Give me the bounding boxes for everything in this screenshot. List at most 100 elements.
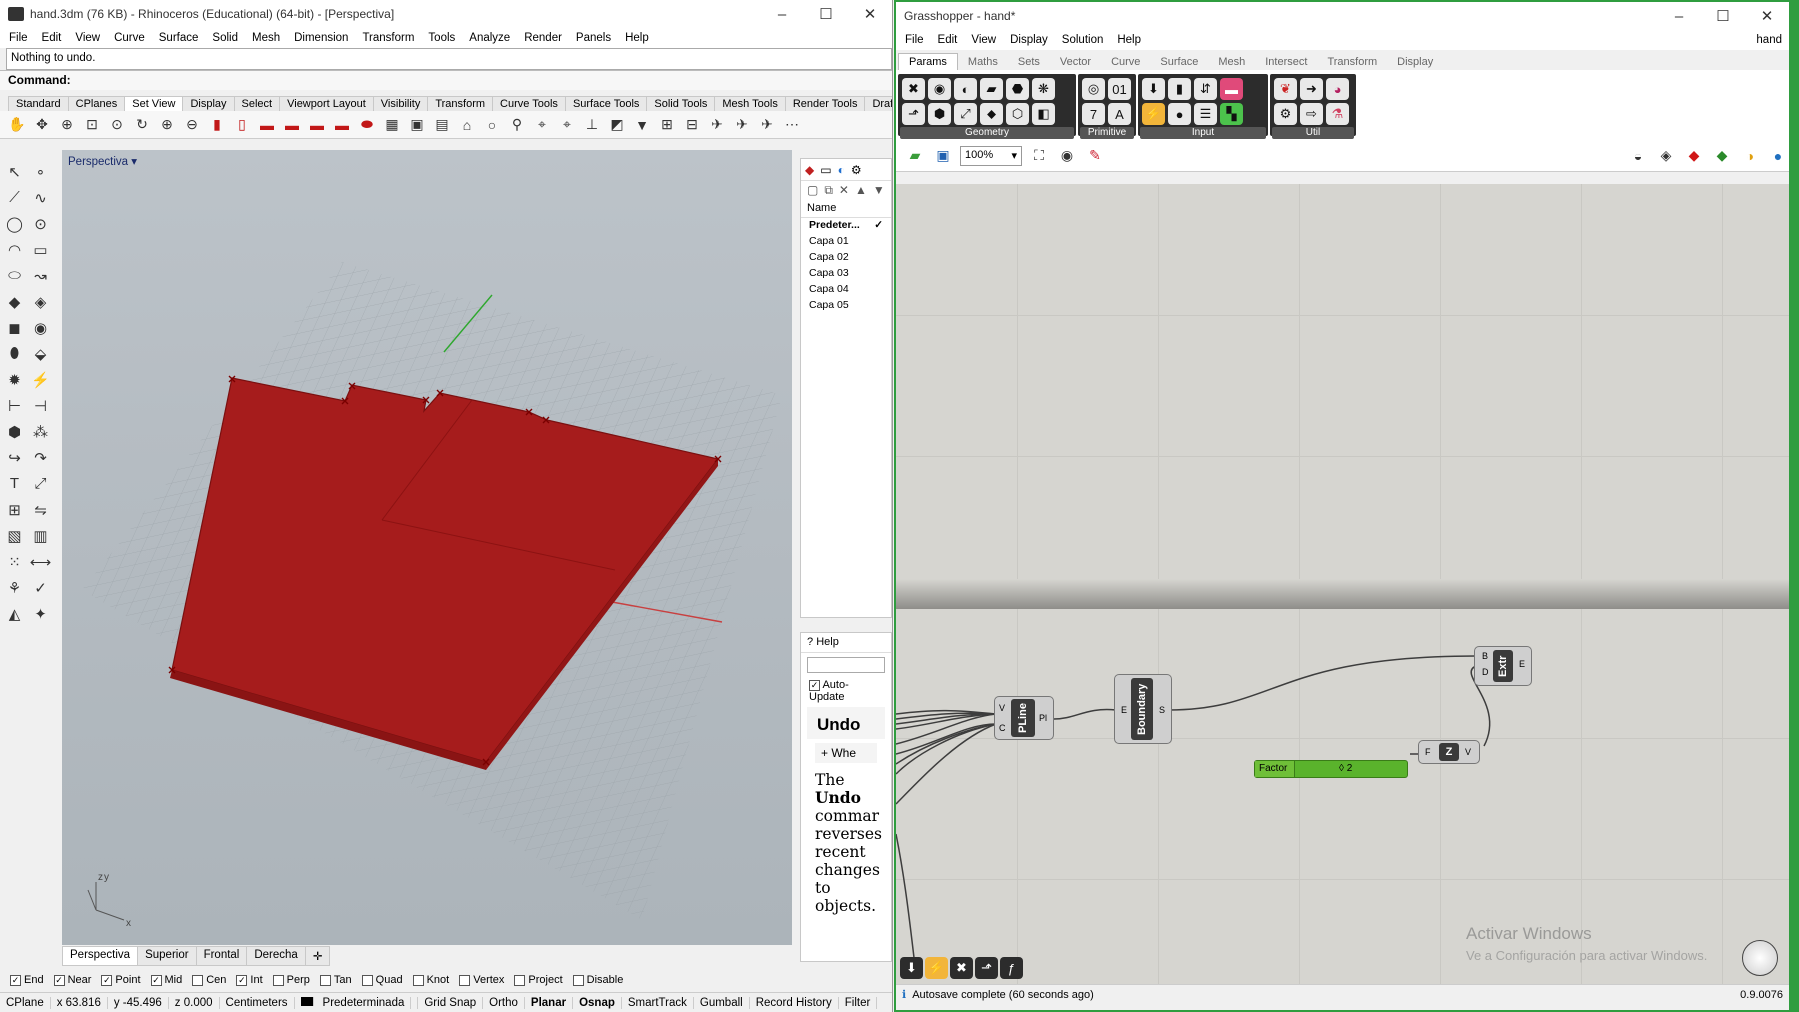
toolbar-tab-visibility[interactable]: Visibility [372,96,429,111]
flask-icon[interactable]: ⚗ [1326,103,1349,125]
move-icon[interactable]: ✥ [31,114,53,136]
unit-z-input-f[interactable]: F [1425,747,1431,757]
group-param-icon[interactable]: ⬢ [928,103,951,125]
mesh-alt-icon[interactable]: ⚡ [29,368,52,391]
widget-download-icon[interactable]: ⬇ [900,957,923,979]
layers-icon[interactable]: ◆ [805,163,814,177]
factor-slider[interactable]: Factor ◊ 2 [1254,760,1408,778]
layer-row[interactable]: Capa 03 [801,266,891,282]
loft-icon[interactable]: ◈ [29,290,52,313]
copy-layer-icon[interactable]: ⧉ [824,183,833,198]
materials-icon[interactable]: ◐ [838,163,845,177]
ortho-toggle[interactable]: Ortho [483,996,525,1009]
osnap-mid-checkbox[interactable]: ✓ [150,974,162,986]
osnap-int-checkbox[interactable]: ✓ [236,974,248,986]
plane-param-icon[interactable]: ⬡ [1006,103,1029,125]
more-icon[interactable]: ⋯ [781,114,803,136]
integer-param-icon[interactable]: 01 [1108,78,1131,100]
slider-input-icon[interactable]: ⇵ [1194,78,1217,100]
block-icon[interactable]: ▧ [3,524,26,547]
line-param-icon[interactable]: ⤢ [954,103,977,125]
new-layer-icon[interactable]: ▢ [807,183,818,197]
layer-row[interactable]: Capa 02 [801,250,891,266]
menu-panels[interactable]: Panels [569,32,618,44]
zoom-selected-icon[interactable]: ⊙ [106,114,128,136]
chevron-down-icon[interactable]: ▾ [131,156,137,168]
circle-icon[interactable]: ◯ [3,212,26,235]
layer-row[interactable]: Capa 05 [801,298,891,314]
primitive-group-label[interactable]: Primitive [1080,127,1134,139]
render-icon[interactable]: ◭ [3,602,26,625]
toggle-input-icon[interactable]: ⬇ [1142,78,1165,100]
units-status[interactable]: Centimeters [220,996,295,1009]
cplane-status[interactable]: CPlane [0,996,51,1009]
menu-surface[interactable]: Surface [152,32,206,44]
car-back-icon[interactable]: ▬ [331,114,353,136]
osnap-quad[interactable]: Quad [361,974,403,986]
transform-icon[interactable]: ⊢ [3,394,26,417]
gh-canvas[interactable]: V C PLine Pl E Boundary S B D Extr E F Z… [896,184,1789,984]
sketch-pen-icon[interactable]: ✎ [1084,145,1106,167]
boolean-icon[interactable]: ◉ [29,316,52,339]
extrude-icon[interactable]: ⬙ [29,342,52,365]
arc-param-icon[interactable]: ◐ [954,78,977,100]
menu-transform[interactable]: Transform [355,32,421,44]
current-layer-status[interactable]: Predeterminada [295,996,419,1009]
move-down-icon[interactable]: ▼ [873,183,885,197]
car-persp-icon[interactable]: ⬬ [356,114,378,136]
hatch-icon[interactable]: ▥ [29,524,52,547]
osnap-quad-checkbox[interactable] [361,974,373,986]
menu-mesh[interactable]: Mesh [245,32,287,44]
delete-layer-icon[interactable]: ✕ [839,183,849,197]
help-search-input[interactable] [807,657,885,673]
point-param-icon[interactable]: ◧ [1032,103,1055,125]
box-param-icon[interactable]: ✖ [902,78,925,100]
field-param-icon[interactable]: ⬣ [1006,78,1029,100]
preview-eye-icon[interactable]: ◉ [1056,145,1078,167]
gh-menu-help[interactable]: Help [1110,34,1148,46]
osnap-project-checkbox[interactable] [514,974,526,986]
pline-component[interactable]: V C PLine Pl [994,696,1054,740]
toolbar-tab-set-view[interactable]: Set View [124,96,184,111]
slider-value[interactable]: ◊ 2 [1339,763,1352,774]
toolbar-tab-solid-tools[interactable]: Solid Tools [646,96,716,111]
check-icon[interactable]: ✓ [29,576,52,599]
menu-dimension[interactable]: Dimension [287,32,355,44]
zoom-extents-icon[interactable]: ⛶ [1028,145,1050,167]
jump-icon[interactable]: ◕ [1326,78,1349,100]
osnap-point-checkbox[interactable]: ✓ [101,974,113,986]
gear-icon[interactable]: ⚙ [851,163,862,177]
car-icon[interactable]: ▬ [256,114,278,136]
target-alt-icon[interactable]: ⌖ [556,114,578,136]
mesh-param-icon[interactable]: ⬥ [980,103,1003,125]
light-icon[interactable]: ✦ [29,602,52,625]
gh-tab-curve[interactable]: Curve [1101,54,1150,70]
menu-curve[interactable]: Curve [107,32,152,44]
toolbar-tab-viewport-layout[interactable]: Viewport Layout [279,96,374,111]
gh-tab-display[interactable]: Display [1387,54,1443,70]
widget-expression-icon[interactable]: ƒ [1000,957,1023,979]
number-param-icon[interactable]: 7 [1082,103,1105,125]
boolean-param-icon[interactable]: ◎ [1082,78,1105,100]
select-icon[interactable]: ↖ [3,160,26,183]
widget-close-icon[interactable]: ✖ [950,957,973,979]
menu-render[interactable]: Render [517,32,569,44]
split-icon[interactable]: ⊣ [29,394,52,417]
house-icon[interactable]: ⌂ [456,114,478,136]
gear-util-icon[interactable]: ⚙ [1274,103,1297,125]
open-file-icon[interactable]: ▰ [904,145,926,167]
auto-update-checkbox[interactable]: ✓ Auto-Update [801,677,891,705]
osnap-perp[interactable]: Perp [272,974,310,986]
text-param-icon[interactable]: A [1108,103,1131,125]
brep-param-icon[interactable]: ▰ [980,78,1003,100]
filter-toggle[interactable]: Filter [839,996,878,1009]
circle-center-icon[interactable]: ⊙ [29,212,52,235]
box-icon[interactable]: ◼ [3,316,26,339]
auto-update-check[interactable]: ✓ [809,680,820,691]
toolbar-tab-cplanes[interactable]: CPlanes [67,96,126,111]
toolbar-tab-mesh-tools[interactable]: Mesh Tools [714,96,786,111]
surface-icon[interactable]: ◆ [3,290,26,313]
command-prompt[interactable]: Command: [0,70,892,90]
display-icon[interactable]: ▭ [820,163,831,177]
gh-tab-vector[interactable]: Vector [1050,54,1101,70]
